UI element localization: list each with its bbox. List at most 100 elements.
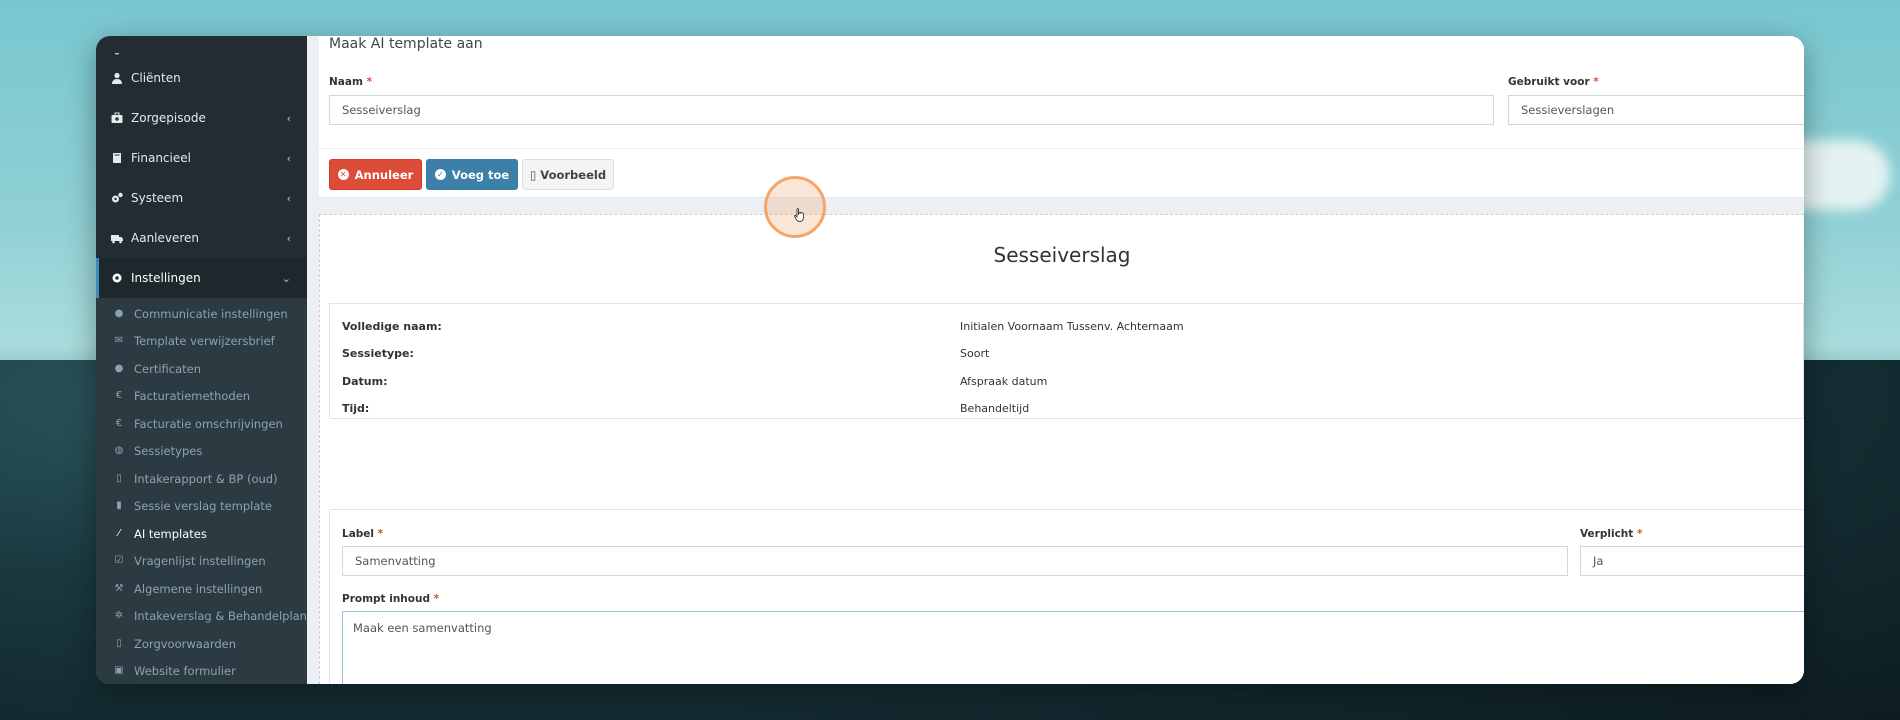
sidebar-subitem-zorgvoorwaarden[interactable]: ▯ Zorgvoorwaarden: [96, 630, 307, 658]
required-label: Verplicht *: [1580, 528, 1643, 540]
hand-pointer-icon: [794, 208, 804, 222]
sidebar-subitem-label: Communicatie instellingen: [134, 306, 288, 321]
user-icon: [111, 72, 123, 84]
cancel-button[interactable]: ✕ Annuleer: [329, 159, 422, 190]
prompt-textarea[interactable]: Maak een samenvatting: [342, 611, 1804, 684]
sidebar-subitem-label: Algemene instellingen: [134, 581, 263, 596]
sidebar: Cliënten Zorgepisode ‹ Financieel ‹ Syst…: [96, 36, 307, 684]
sidebar-subitem-label: Template verwijzersbrief: [134, 334, 275, 349]
name-label: Naam *: [329, 76, 373, 88]
prompt-label: Prompt inhoud *: [342, 593, 440, 605]
circle-icon: ●: [114, 362, 124, 374]
medkit-icon: ▣: [114, 665, 124, 677]
sidebar-subitem-label: Website formulier: [134, 664, 236, 679]
file-pdf-icon: ▯: [116, 637, 122, 649]
sidebar-subitem-sessietypes[interactable]: ◍ Sessietypes: [96, 438, 307, 466]
sidebar-subitem-label: Intakeverslag & Behandelplan: [134, 609, 307, 624]
sidebar-item-label: Zorgepisode: [131, 111, 206, 125]
sidebar-subitem-label: AI templates: [134, 526, 207, 541]
check-circle-icon: ✓: [434, 169, 446, 180]
field-label-input[interactable]: Samenvatting: [342, 546, 1568, 576]
wrench-icon: ⚒: [114, 582, 124, 594]
check-square-icon: ☑: [114, 555, 124, 567]
sidebar-subitem-label: Sessie verslag template: [134, 499, 272, 514]
sidebar-item-partial[interactable]: [96, 36, 307, 58]
field-editor: Label * Samenvatting Verplicht * Ja Prom…: [329, 509, 1804, 684]
main-content: Maak AI template aan Naam * Sesseiversla…: [307, 36, 1804, 684]
chevron-left-icon: ‹: [286, 111, 291, 125]
template-preview: Sesseiverslag Volledige naam: Initialen V…: [319, 214, 1804, 684]
sidebar-subitem-ai-templates[interactable]: ⁄ AI templates: [96, 520, 307, 548]
preview-button[interactable]: ▯ Voorbeeld: [522, 159, 614, 190]
sidebar-subitem-vragenlijst[interactable]: ☑ Vragenlijst instellingen: [96, 548, 307, 576]
required-select[interactable]: Ja: [1580, 546, 1804, 576]
preview-row: Sessietype: Soort: [342, 347, 990, 360]
times-circle-icon: ✕: [337, 169, 349, 180]
sidebar-item-instellingen[interactable]: Instellingen ⌄: [96, 258, 307, 298]
sidebar-subitem-algemene[interactable]: ⚒ Algemene instellingen: [96, 575, 307, 603]
sidebar-subitem-certificaten[interactable]: ● Certificaten: [96, 355, 307, 383]
sidebar-item-financieel[interactable]: Financieel ‹: [96, 138, 307, 178]
sidebar-subitem-communicatie[interactable]: ● Communicatie instellingen: [96, 300, 307, 328]
chevron-left-icon: ‹: [286, 191, 291, 205]
sidebar-subitem-template-verwijzersbrief[interactable]: ✉ Template verwijzersbrief: [96, 328, 307, 356]
sidebar-subitem-label: Vragenlijst instellingen: [134, 554, 266, 569]
sidebar-item-label: Aanleveren: [131, 231, 200, 245]
sidebar-item-systeem[interactable]: Systeem ‹: [96, 178, 307, 218]
preview-info-box: Volledige naam: Initialen Voornaam Tussen…: [329, 303, 1804, 419]
sidebar-item-label: Systeem: [131, 191, 184, 205]
sidebar-subitem-website-formulier[interactable]: ▣ Website formulier: [96, 658, 307, 685]
sidebar-submenu-instellingen: ● Communicatie instellingen ✉ Template ver…: [96, 298, 307, 684]
preview-row: Tijd: Behandeltijd: [342, 402, 1030, 415]
gear-icon: [111, 272, 123, 284]
euro-icon: €: [115, 390, 123, 402]
name-input[interactable]: Sesseiverslag: [329, 95, 1494, 125]
comments-icon: ●: [114, 307, 124, 319]
click-highlight: [764, 176, 826, 238]
chevron-left-icon: ‹: [286, 231, 291, 245]
medkit-icon: [111, 112, 123, 124]
gear-icon: ✲: [114, 610, 124, 622]
sidebar-subitem-facturatie-omschrijvingen[interactable]: € Facturatie omschrijvingen: [96, 410, 307, 438]
used-for-label: Gebruikt voor *: [1508, 76, 1599, 88]
chevron-left-icon: ‹: [286, 151, 291, 165]
envelope-icon: ✉: [114, 335, 124, 347]
magic-wand-icon: ⁄: [118, 527, 120, 539]
truck-icon: [111, 232, 123, 244]
sidebar-item-label: Instellingen: [131, 271, 201, 285]
sidebar-subitem-label: Certificaten: [134, 361, 202, 376]
sidebar-subitem-sessie-verslag-template[interactable]: ▮ Sessie verslag template: [96, 493, 307, 521]
preview-row: Volledige naam: Initialen Voornaam Tussen…: [342, 320, 1184, 333]
sidebar-subitem-label: Facturatie omschrijvingen: [134, 416, 283, 431]
preview-title: Sesseiverslag: [993, 243, 1131, 267]
preview-row: Datum: Afspraak datum: [342, 375, 1048, 388]
sidebar-subitem-label: Facturatiemethoden: [134, 389, 251, 404]
book-icon: [111, 152, 123, 164]
page-title: Maak AI template aan: [329, 36, 483, 52]
sidebar-item-aanleveren[interactable]: Aanleveren ‹: [96, 218, 307, 258]
sidebar-subitem-intakerapport[interactable]: ▯ Intakerapport & BP (oud): [96, 465, 307, 493]
used-for-select[interactable]: Sessieverslagen: [1508, 95, 1804, 125]
sidebar-item-clienten[interactable]: Cliënten: [96, 58, 307, 98]
cogs-icon: [111, 192, 123, 204]
sidebar-subitem-label: Sessietypes: [134, 444, 203, 459]
chevron-down-icon: ⌄: [281, 271, 291, 285]
template-form-box: Maak AI template aan Naam * Sesseiversla…: [319, 36, 1804, 198]
file-icon: ▯: [116, 472, 122, 484]
sidebar-subitem-label: Zorgvoorwaarden: [134, 636, 237, 651]
gear-icon: [111, 46, 123, 58]
sidebar-item-zorgepisode[interactable]: Zorgepisode ‹: [96, 98, 307, 138]
sidebar-item-label: Financieel: [131, 151, 191, 165]
book-icon: ▮: [116, 500, 122, 512]
app-window: Cliënten Zorgepisode ‹ Financieel ‹ Syst…: [96, 36, 1804, 684]
divider: [319, 148, 1804, 149]
sidebar-subitem-intakeverslag[interactable]: ✲ Intakeverslag & Behandelplan: [96, 603, 307, 631]
field-label-label: Label *: [342, 528, 384, 540]
add-button[interactable]: ✓ Voeg toe: [426, 159, 518, 190]
file-pdf-icon: ▯: [529, 167, 537, 182]
sidebar-item-label: Cliënten: [131, 71, 181, 85]
globe-icon: ◍: [114, 445, 124, 457]
sidebar-subitem-label: Intakerapport & BP (oud): [134, 471, 278, 486]
sidebar-subitem-facturatiemethoden[interactable]: € Facturatiemethoden: [96, 383, 307, 411]
euro-icon: €: [115, 417, 123, 429]
